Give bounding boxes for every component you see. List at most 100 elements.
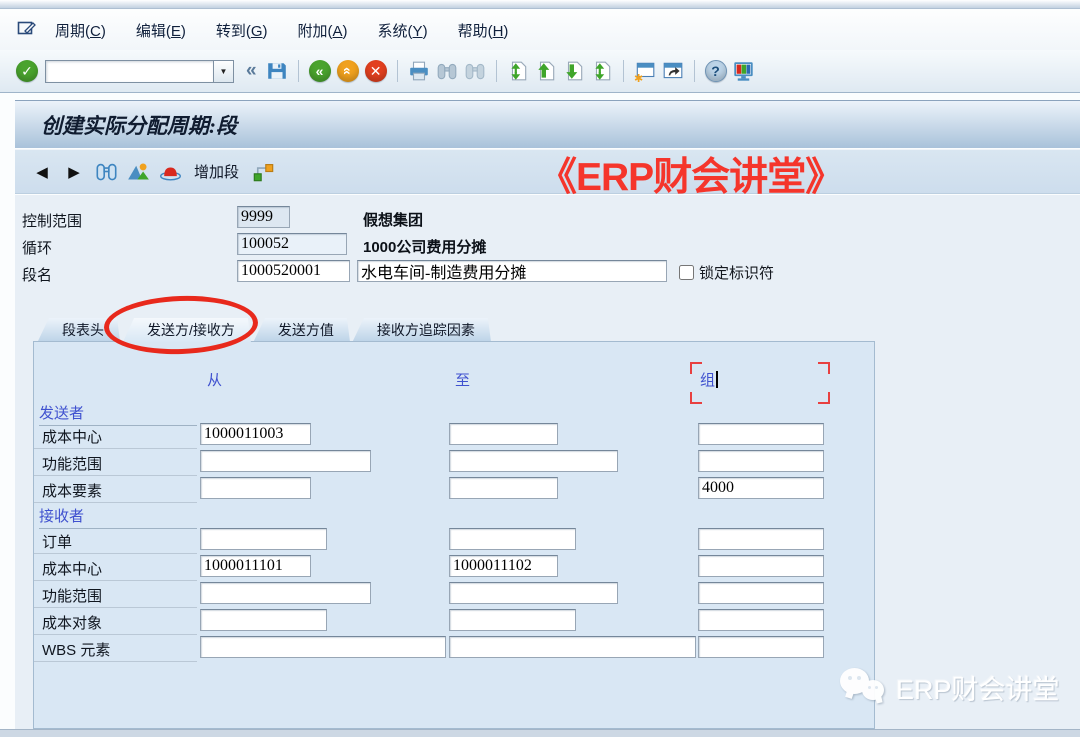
panel-row: 成本中心 (34, 555, 874, 582)
tab-发送方/接收方[interactable]: 发送方/接收方 (123, 318, 251, 342)
help-icon[interactable]: ? (703, 58, 729, 84)
menu-item[interactable]: 转到(G) (216, 23, 268, 40)
tab-接收方追踪因素[interactable]: 接收方追踪因素 (353, 318, 491, 341)
menu-item[interactable]: 系统(Y) (378, 23, 428, 40)
menu-item[interactable]: 帮助(H) (458, 23, 509, 40)
find-icon[interactable] (434, 58, 460, 84)
group-field[interactable] (698, 423, 824, 445)
menu-item[interactable]: 周期(C) (55, 23, 106, 40)
panel-row: 功能范围 (34, 450, 874, 477)
page-title: 创建实际分配周期:段 (41, 110, 237, 140)
row-label: 功能范围 (42, 585, 102, 606)
to-field[interactable] (449, 528, 576, 550)
menu-item[interactable]: 编辑(E) (136, 23, 186, 40)
to-field[interactable] (449, 609, 576, 631)
last-page-icon[interactable] (589, 58, 615, 84)
segment-name-field[interactable] (357, 260, 667, 282)
group-field[interactable] (698, 609, 824, 631)
from-field[interactable] (200, 582, 371, 604)
to-field[interactable] (449, 636, 696, 658)
system-menu-icon[interactable] (16, 18, 37, 43)
from-field[interactable] (200, 609, 327, 631)
page-up-icon[interactable] (533, 58, 559, 84)
group-field[interactable] (698, 450, 824, 472)
command-field[interactable] (45, 60, 213, 83)
menu-item[interactable]: 附加(A) (298, 23, 348, 40)
panel-row: WBS 元素 (34, 636, 874, 663)
group-field[interactable] (698, 528, 824, 550)
from-field[interactable] (200, 555, 311, 577)
controlling-area-field[interactable] (237, 206, 290, 228)
left-margin (0, 101, 15, 729)
to-field[interactable] (449, 423, 558, 445)
row-label: 订单 (42, 531, 72, 552)
previous-item-icon[interactable]: ◀ (29, 159, 55, 185)
svg-text:✱: ✱ (634, 73, 643, 82)
menu-bar-items: 周期(C) 编辑(E) 转到(G) 附加(A) 系统(Y) 帮助(H) (55, 20, 538, 41)
sap-gui-window: 周期(C) 编辑(E) 转到(G) 附加(A) 系统(Y) 帮助(H) ✓ ▼ « « «… (0, 0, 1080, 737)
row-label: 成本中心 (42, 558, 102, 579)
group-field[interactable] (698, 555, 824, 577)
next-item-icon[interactable]: ▶ (61, 159, 87, 185)
from-field[interactable] (200, 636, 446, 658)
sender-receiver-panel: 从 至 组 发送者成本中心功能范围成本要素接收者订单成本中心功能范围成本对象WB… (33, 341, 875, 729)
command-dropdown-icon[interactable]: ▼ (213, 60, 234, 83)
wechat-icon (838, 664, 890, 710)
cancel-icon[interactable]: ✕ (363, 58, 389, 84)
column-header-to: 至 (455, 369, 470, 390)
from-field[interactable] (200, 450, 371, 472)
panel-row: 订单 (34, 528, 874, 555)
segment-label: 段名 (22, 264, 52, 285)
enter-icon[interactable]: ✓ (14, 58, 40, 84)
to-field[interactable] (449, 450, 618, 472)
window-bottom-edge (0, 729, 1080, 737)
panel-row: 成本对象 (34, 609, 874, 636)
cycle-label: 循环 (22, 237, 52, 258)
from-field[interactable] (200, 477, 311, 499)
lock-indicator-checkbox[interactable] (679, 265, 694, 280)
standard-toolbar: ✓ ▼ « « « ✕ (0, 50, 1080, 93)
to-field[interactable] (449, 555, 558, 577)
group-field[interactable] (698, 477, 824, 499)
row-label: 功能范围 (42, 453, 102, 474)
to-field[interactable] (449, 477, 558, 499)
first-page-icon[interactable] (505, 58, 531, 84)
binoculars-icon[interactable] (93, 159, 119, 185)
window-top-edge (0, 0, 1080, 9)
cycle-field[interactable] (237, 233, 347, 255)
exit-icon[interactable]: « (335, 58, 361, 84)
customize-layout-icon[interactable] (731, 58, 757, 84)
new-session-icon[interactable]: ✱ (632, 58, 658, 84)
segments-icon[interactable] (250, 159, 276, 185)
panel-row: 成本要素 (34, 477, 874, 504)
back-icon[interactable]: « (307, 58, 333, 84)
group-field[interactable] (698, 582, 824, 604)
segment-id-field[interactable] (237, 260, 350, 282)
to-field[interactable] (449, 582, 618, 604)
add-segment-button[interactable]: 增加段 (194, 161, 239, 182)
controlling-area-desc: 假想集团 (363, 209, 423, 230)
find-next-icon[interactable] (462, 58, 488, 84)
from-field[interactable] (200, 423, 311, 445)
column-header-from: 从 (207, 369, 222, 390)
column-header-group: 组 (700, 369, 718, 390)
hat-icon[interactable] (157, 159, 183, 185)
overview-icon[interactable] (125, 159, 151, 185)
print-icon[interactable] (406, 58, 432, 84)
tab-发送方值[interactable]: 发送方值 (254, 318, 350, 341)
lock-indicator-group: 锁定标识符 (679, 262, 774, 283)
page-down-icon[interactable] (561, 58, 587, 84)
row-label: 成本对象 (42, 612, 102, 633)
menu-bar: 周期(C) 编辑(E) 转到(G) 附加(A) 系统(Y) 帮助(H) (0, 10, 1080, 50)
section-title: 接收者 (39, 505, 197, 529)
group-field[interactable] (698, 636, 824, 658)
command-field-group: ▼ (45, 60, 234, 83)
save-icon[interactable] (264, 58, 290, 84)
collapse-icon[interactable]: « (246, 60, 257, 82)
tab-段表头[interactable]: 段表头 (38, 318, 120, 341)
panel-row: 功能范围 (34, 582, 874, 609)
bottom-watermark: ERP财会讲堂 (838, 664, 1060, 710)
from-field[interactable] (200, 528, 327, 550)
text-cursor (716, 371, 718, 388)
create-shortcut-icon[interactable] (660, 58, 686, 84)
